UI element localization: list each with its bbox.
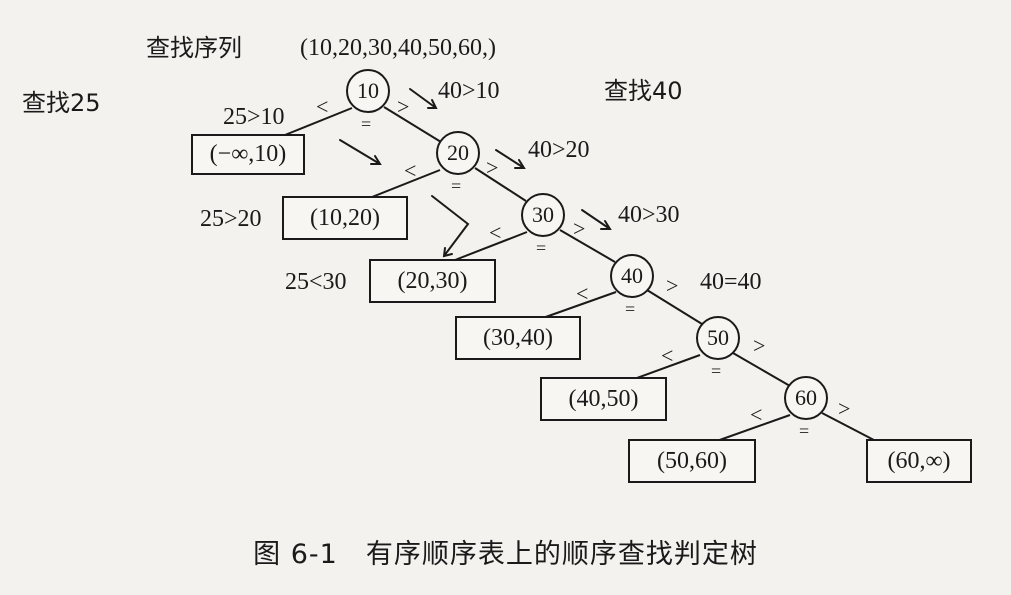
less-symbol-50: < (661, 343, 674, 368)
interval-box-10-20: (10,20) (282, 196, 408, 240)
node-20: 20 (447, 140, 469, 165)
equal-symbol-10: = (361, 114, 372, 134)
right-search-label: 查找40 (604, 77, 683, 105)
node-50: 50 (707, 325, 729, 350)
tree-edges-layer (279, 69, 896, 452)
greater-symbol-40: > (666, 273, 679, 298)
greater-symbol-60: > (838, 396, 851, 421)
node-60: 60 (795, 385, 817, 410)
interval-box-60-inf: (60,∞) (866, 439, 972, 483)
less-symbol-10: < (316, 94, 329, 119)
greater-symbol-50: > (753, 333, 766, 358)
edge-20-30 (474, 167, 527, 202)
left-compare-1: 25>10 (223, 104, 285, 130)
interval-box-neg-inf-10: (−∞,10) (191, 134, 305, 175)
less-symbol-40: < (576, 281, 589, 306)
sequence-label: 查找序列 (146, 34, 242, 62)
less-symbol-60: < (750, 402, 763, 427)
node-40: 40 (621, 263, 643, 288)
right-compare-4: 40=40 (700, 269, 762, 295)
left-search-label: 查找25 (22, 89, 101, 117)
right-path-arrow-1 (409, 88, 438, 109)
equal-symbol-60: = (799, 421, 810, 441)
equal-symbol-30: = (536, 238, 547, 258)
equal-symbol-20: = (451, 176, 462, 196)
interval-box-40-50: (40,50) (540, 377, 667, 421)
left-path-arrow-1 (339, 139, 382, 165)
right-compare-2: 40>20 (528, 137, 590, 163)
less-symbol-20: < (404, 158, 417, 183)
interval-box-20-30: (20,30) (369, 259, 496, 303)
edge-10-20 (383, 106, 442, 143)
left-compare-3: 25<30 (285, 269, 347, 295)
right-path-arrow-3 (581, 209, 612, 230)
less-symbol-30: < (489, 220, 502, 245)
node-30: 30 (532, 202, 554, 227)
right-compare-3: 40>30 (618, 202, 680, 228)
node-10: 10 (357, 78, 379, 103)
greater-symbol-20: > (486, 155, 499, 180)
right-path-arrow-2 (495, 149, 526, 169)
interval-box-50-60: (50,60) (628, 439, 756, 483)
greater-symbol-30: > (573, 216, 586, 241)
decision-tree-figure: 查找序列 (10,20,30,40,50,60,) 查找25 查找40 10 2… (0, 0, 1011, 595)
greater-symbol-10: > (397, 94, 410, 119)
sequence-value: (10,20,30,40,50,60,) (300, 35, 496, 61)
left-path-arrow-2 (431, 195, 470, 258)
right-compare-1: 40>10 (438, 78, 500, 104)
left-compare-2: 25>20 (200, 206, 262, 232)
edge-30-40 (559, 229, 616, 263)
interval-box-30-40: (30,40) (455, 316, 581, 360)
equal-symbol-40: = (625, 299, 636, 319)
figure-caption: 图 6-1 有序顺序表上的顺序查找判定树 (253, 539, 758, 570)
equal-symbol-50: = (711, 361, 722, 381)
